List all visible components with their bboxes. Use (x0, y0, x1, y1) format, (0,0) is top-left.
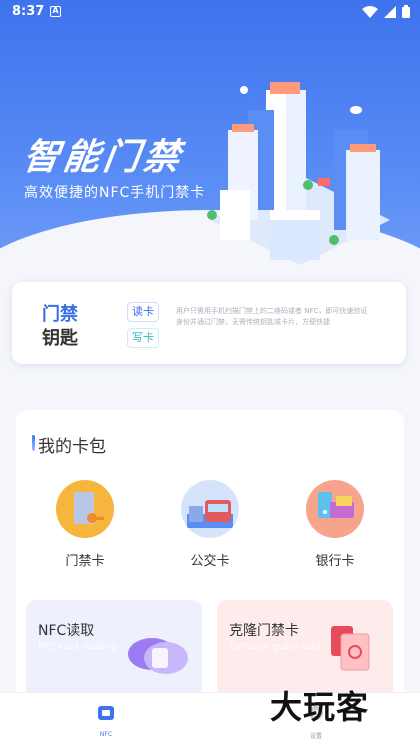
access-card-label: 门禁卡 (65, 554, 105, 569)
nfc-read-title: NFC读取 (38, 623, 95, 639)
wifi-icon (362, 5, 378, 18)
clone-card-icon (331, 626, 370, 671)
status-icons (362, 5, 410, 18)
battery-icon (402, 5, 410, 18)
clone-card-title: 克隆门禁卡 (229, 623, 299, 639)
signal-icon (384, 5, 396, 18)
tab-settings-label: 设置 (309, 733, 322, 740)
read-card-tag[interactable]: 读卡 (127, 302, 159, 322)
nfc-read-subtitle: NFC card reading (38, 642, 116, 652)
hero-subtitle: 高效便捷的NFC手机门禁卡 (24, 185, 206, 201)
notification-icon: A (50, 6, 61, 17)
door-key-card[interactable]: 门禁 钥匙 读卡 写卡 用户只需用手机扫描门禁上的二维码或者 NFC，即可快速验… (12, 282, 406, 364)
nfc-cloud-icon (128, 638, 188, 674)
key-card-description: 用户只需用手机扫描门禁上的二维码或者 NFC，即可快速验证身份并通过门禁，无需传… (176, 307, 368, 326)
access-card-item[interactable]: 门禁卡 (40, 480, 130, 569)
tab-nfc-label: NFC (99, 731, 113, 738)
title-accent-bar (32, 435, 35, 451)
wallet-title-text: 我的卡包 (38, 437, 106, 457)
bus-card-icon (181, 480, 239, 538)
access-card-icon (56, 480, 114, 538)
watermark: 大玩客 (270, 688, 370, 726)
bus-card-item[interactable]: 公交卡 (165, 480, 255, 569)
bank-card-item[interactable]: 银行卡 (290, 480, 380, 569)
bank-card-icon (306, 480, 364, 538)
hero-title: 智能门禁 (20, 137, 187, 178)
status-time: 8:37 (12, 4, 45, 19)
key-card-title-line2: 钥匙 (42, 328, 78, 349)
tab-nfc[interactable]: NFC (76, 703, 136, 738)
write-card-tag[interactable]: 写卡 (127, 328, 159, 348)
status-bar: 8:37 A (0, 0, 420, 24)
bus-card-label: 公交卡 (190, 554, 230, 569)
key-card-title-line1: 门禁 (42, 304, 78, 325)
nfc-tab-icon (98, 706, 114, 720)
wallet-title: 我的卡包 (32, 432, 106, 457)
bank-card-label: 银行卡 (315, 554, 355, 569)
nfc-read-feature[interactable]: NFC读取 NFC card reading (26, 600, 202, 700)
hero-banner: 智能门禁 高效便捷的NFC手机门禁卡 (0, 0, 420, 270)
city-illustration (207, 82, 390, 265)
clone-card-subtitle: Entrance guard card (229, 642, 321, 652)
